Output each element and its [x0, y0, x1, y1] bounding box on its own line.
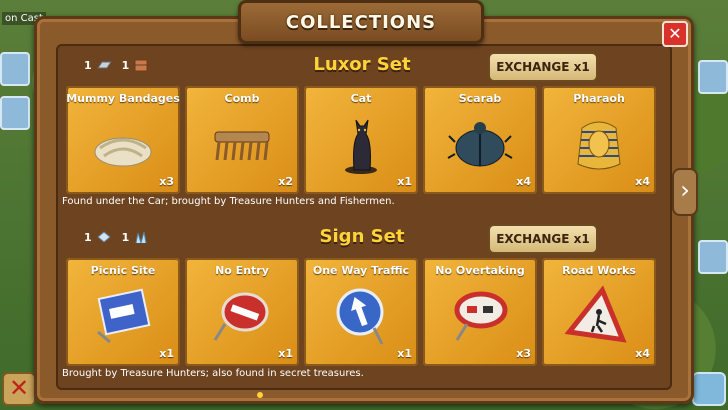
side-button[interactable]: [0, 96, 30, 130]
item-count: x3: [516, 347, 531, 360]
item-card-comb[interactable]: Comb x2: [185, 86, 299, 194]
window-title: COLLECTIONS: [285, 11, 437, 33]
item-name: Road Works: [562, 264, 636, 277]
item-count: x1: [278, 347, 293, 360]
item-name: Pharaoh: [573, 92, 625, 105]
item-cards: Picnic Site x1 No Entry x1 One Way Traff…: [66, 258, 656, 366]
item-count: x1: [397, 175, 412, 188]
item-count: x4: [516, 175, 531, 188]
set-description: Brought by Treasure Hunters; also found …: [62, 368, 364, 379]
item-card-scarab[interactable]: Scarab x4: [423, 86, 537, 194]
bandage-icon: [94, 137, 152, 167]
item-card-one-way-traffic[interactable]: One Way Traffic x1: [304, 258, 418, 366]
item-card-no-entry[interactable]: No Entry x1: [185, 258, 299, 366]
item-count: x3: [159, 175, 174, 188]
side-button[interactable]: [698, 60, 728, 94]
item-name: Mummy Bandages: [66, 92, 180, 105]
item-name: No Entry: [215, 264, 269, 277]
item-card-road-works[interactable]: Road Works x4: [542, 258, 656, 366]
item-name: Cat: [350, 92, 372, 105]
side-button[interactable]: [698, 240, 728, 274]
item-card-mummy-bandages[interactable]: Mummy Bandages x3: [66, 86, 180, 194]
item-card-no-overtaking[interactable]: No Overtaking x3: [423, 258, 537, 366]
road-works-sign-icon: [564, 285, 627, 343]
one-way-sign-icon: [336, 288, 384, 345]
collection-set-luxor: 1 1 Luxor Set EXCHANGE x1 Mummy Bandages…: [62, 50, 662, 214]
no-overtaking-sign-icon: [454, 291, 508, 341]
item-name: Comb: [224, 92, 260, 105]
exchange-button[interactable]: EXCHANGE x1: [488, 52, 598, 82]
bottom-cancel-icon[interactable]: ✕: [2, 372, 36, 406]
collection-set-sign: 1 1 Sign Set EXCHANGE x1 Picnic Site x1 …: [62, 222, 662, 386]
item-count: x1: [397, 347, 412, 360]
scarab-icon: [447, 122, 513, 167]
exchange-button[interactable]: EXCHANGE x1: [488, 224, 598, 254]
pharaoh-mask-icon: [577, 121, 621, 170]
item-cards: Mummy Bandages x3 Comb x2 Cat x1 Scarab …: [66, 86, 656, 194]
item-count: x2: [278, 175, 293, 188]
side-button[interactable]: [0, 52, 30, 86]
item-card-picnic-site[interactable]: Picnic Site x1: [66, 258, 180, 366]
picnic-sign-icon: [97, 288, 151, 344]
title-plate: COLLECTIONS: [238, 0, 484, 44]
comb-icon: [214, 131, 270, 161]
item-count: x4: [635, 347, 650, 360]
set-header: 1 1 Luxor Set EXCHANGE x1: [62, 50, 662, 82]
set-description: Found under the Car; brought by Treasure…: [62, 196, 395, 207]
no-entry-sign-icon: [213, 292, 269, 341]
close-button[interactable]: ✕: [662, 21, 688, 47]
item-name: One Way Traffic: [312, 264, 410, 277]
item-name: Scarab: [458, 92, 502, 105]
next-page-button[interactable]: ›: [672, 168, 698, 216]
item-count: x4: [635, 175, 650, 188]
item-card-pharaoh[interactable]: Pharaoh x4: [542, 86, 656, 194]
set-header: 1 1 Sign Set EXCHANGE x1: [62, 222, 662, 254]
bottom-action-button[interactable]: [692, 372, 726, 406]
item-count: x1: [159, 347, 174, 360]
item-name: Picnic Site: [90, 264, 156, 277]
page-indicator-dot: [257, 392, 263, 398]
item-card-cat[interactable]: Cat x1: [304, 86, 418, 194]
item-name: No Overtaking: [435, 264, 525, 277]
cat-statue-icon: [345, 119, 377, 174]
